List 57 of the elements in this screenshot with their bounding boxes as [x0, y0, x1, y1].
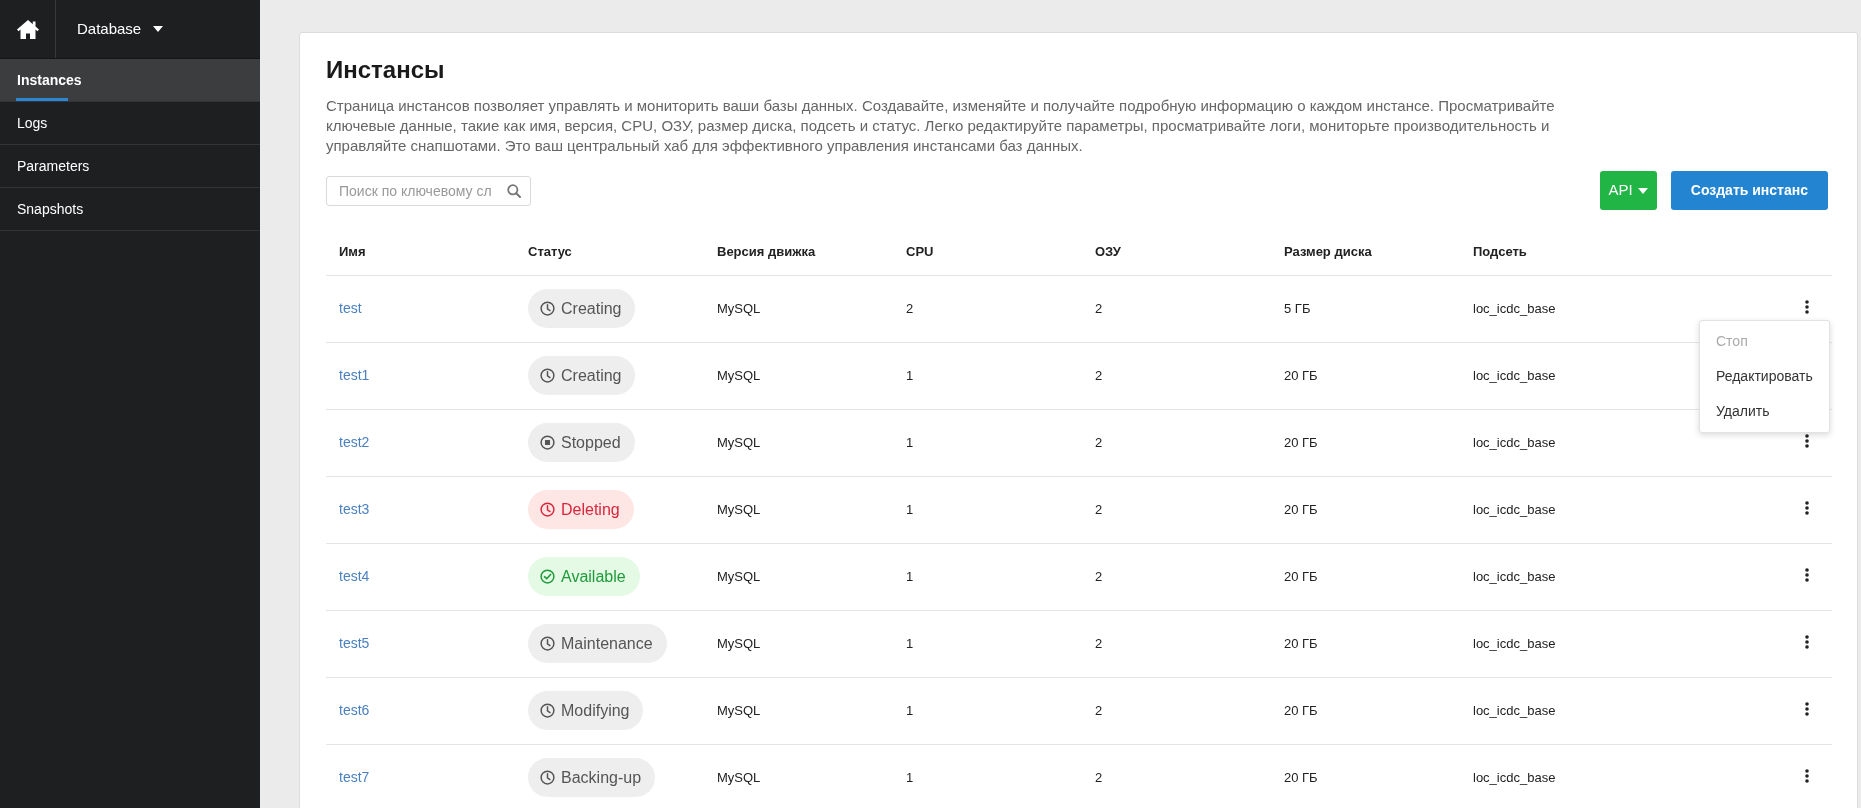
status-text: Available — [561, 566, 626, 587]
status-text: Backing-up — [561, 767, 642, 788]
ram-size: 2 — [1095, 300, 1103, 316]
column-header: Подсеть — [1473, 244, 1527, 259]
status-text: Creating — [561, 365, 622, 386]
disk-size: 20 ГБ — [1284, 434, 1318, 450]
cpu-count: 1 — [906, 769, 914, 785]
subnet-name: loc_icdc_base — [1473, 501, 1556, 517]
disk-size: 20 ГБ — [1284, 702, 1318, 718]
ram-size: 2 — [1095, 769, 1103, 785]
column-header: Версия движка — [717, 244, 816, 259]
engine-name: MySQL — [717, 769, 761, 785]
status-text: Modifying — [561, 700, 630, 721]
subnet-name: loc_icdc_base — [1473, 367, 1556, 383]
cpu-count: 1 — [906, 635, 914, 651]
page-title: Инстансы — [326, 55, 446, 84]
subnet-name: loc_icdc_base — [1473, 769, 1556, 785]
engine-name: MySQL — [717, 702, 761, 718]
column-header: Размер диска — [1284, 244, 1372, 259]
subnet-name: loc_icdc_base — [1473, 635, 1556, 651]
ram-size: 2 — [1095, 635, 1103, 651]
cpu-count: 1 — [906, 434, 914, 450]
disk-size: 20 ГБ — [1284, 769, 1318, 785]
ram-size: 2 — [1095, 702, 1103, 718]
subnet-name: loc_icdc_base — [1473, 300, 1556, 316]
status-text: Stopped — [561, 432, 621, 453]
cpu-count: 1 — [906, 501, 914, 517]
disk-size: 5 ГБ — [1284, 300, 1311, 316]
status-text: Creating — [561, 298, 622, 319]
column-header: CPU — [906, 244, 934, 259]
engine-name: MySQL — [717, 300, 761, 316]
column-header: ОЗУ — [1095, 244, 1121, 259]
status-text: Deleting — [561, 499, 620, 520]
column-header: Имя — [339, 244, 366, 259]
subnet-name: loc_icdc_base — [1473, 702, 1556, 718]
status-text: Maintenance — [561, 633, 653, 654]
cpu-count: 1 — [906, 367, 914, 383]
cpu-count: 1 — [906, 568, 914, 584]
disk-size: 20 ГБ — [1284, 568, 1318, 584]
cpu-count: 2 — [906, 300, 914, 316]
engine-name: MySQL — [717, 367, 761, 383]
disk-size: 20 ГБ — [1284, 367, 1318, 383]
ram-size: 2 — [1095, 434, 1103, 450]
engine-name: MySQL — [717, 434, 761, 450]
ram-size: 2 — [1095, 367, 1103, 383]
disk-size: 20 ГБ — [1284, 501, 1318, 517]
disk-size: 20 ГБ — [1284, 635, 1318, 651]
ram-size: 2 — [1095, 501, 1103, 517]
ram-size: 2 — [1095, 568, 1103, 584]
engine-name: MySQL — [717, 501, 761, 517]
subnet-name: loc_icdc_base — [1473, 568, 1556, 584]
page-description: Страница инстансов позволяет управлять и мониторить ваши базы данных. Создавайте, изменяйте и получайте подробную информацию о каждом инстансе. Просматривайте ключевые данные, такие как имя, версия, CPU, ОЗУ, размер диска, подсеть и статус. Легко редактируйте параметры, просматривайте логи, мониторьте производительность и управляйте снапшотами. Это ваш центральный хаб для эффективного управления инстансами баз данных. — [326, 96, 1556, 156]
column-header: Статус — [528, 244, 572, 259]
engine-name: MySQL — [717, 568, 761, 584]
engine-name: MySQL — [717, 635, 761, 651]
subnet-name: loc_icdc_base — [1473, 434, 1556, 450]
cpu-count: 1 — [906, 702, 914, 718]
